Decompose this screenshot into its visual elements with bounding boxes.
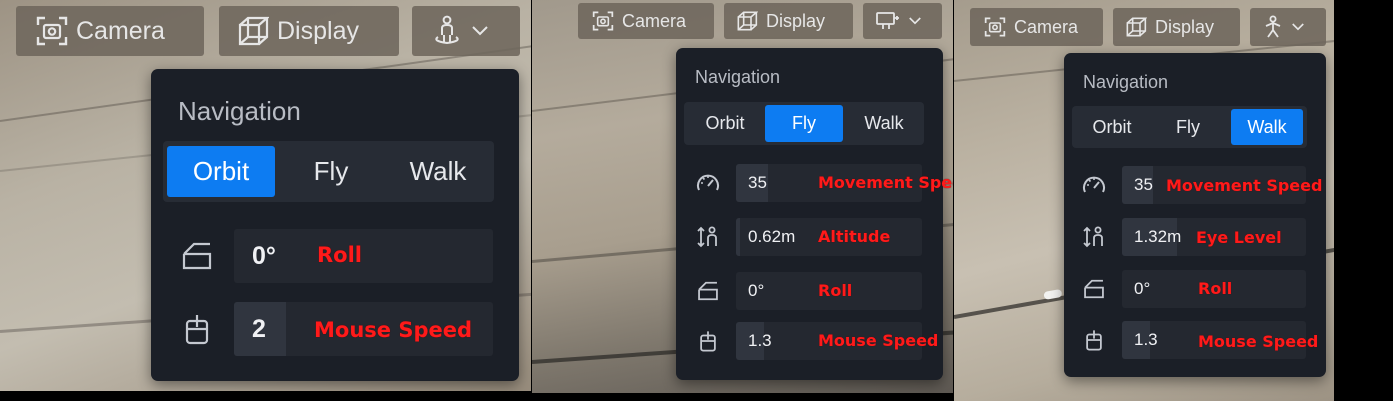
mouse-icon — [1080, 328, 1108, 352]
eye-level-row: 1.32m Eye Level — [1064, 218, 1326, 256]
altitude-annotation: Altitude — [818, 227, 891, 246]
mode-switch: Orbit Fly Walk — [163, 141, 494, 202]
view-walk: Camera Display Navigation Orbit Fly Walk — [954, 0, 1334, 401]
roll-row: 0° Roll — [151, 229, 519, 283]
cube-icon — [737, 11, 758, 31]
mouse-speed-row: 1.3 Mouse Speed — [676, 322, 943, 360]
roll-row: 0° Roll — [1064, 270, 1326, 308]
camera-icon — [984, 17, 1006, 37]
chevron-down-icon — [1292, 23, 1304, 31]
altitude-row: 0.62m Altitude — [676, 218, 943, 256]
display-button[interactable]: Display — [219, 6, 399, 56]
mode-fly[interactable]: Fly — [1152, 106, 1224, 148]
orbit-person-icon — [435, 15, 459, 45]
walk-person-icon — [1265, 15, 1281, 38]
cube-icon — [238, 16, 269, 46]
display-label: Display — [277, 16, 359, 45]
mouse-speed-value: 1.3 — [1134, 330, 1158, 349]
mouse-speed-row: 1.3 Mouse Speed — [1064, 321, 1326, 359]
mode-walk[interactable]: Walk — [1231, 109, 1303, 145]
mouse-icon — [181, 313, 213, 345]
mode-fly[interactable]: Fly — [279, 141, 383, 202]
roll-value: 0° — [1134, 279, 1151, 298]
mode-orbit[interactable]: Orbit — [684, 102, 766, 145]
roll-icon — [179, 240, 215, 272]
roll-row: 0° Roll — [676, 272, 943, 310]
navigation-panel: Navigation Orbit Fly Walk 35 Movement Sp… — [676, 48, 953, 380]
fly-icon — [876, 12, 899, 29]
mouse-speed-row: 2 Mouse Speed — [151, 302, 519, 356]
camera-button[interactable]: Camera — [16, 6, 204, 56]
mouse-speed-value: 2 — [252, 314, 266, 343]
view-orbit: Camera Display Navigation Orbit Fly Walk — [0, 0, 531, 391]
mouse-speed-value: 1.3 — [748, 331, 772, 350]
mouse-speed-annotation: Mouse Speed — [818, 331, 939, 350]
movement-speed-row: 35 Movement Speed — [676, 164, 953, 202]
movement-speed-annotation: Movement Speed — [1166, 176, 1323, 195]
speedometer-icon — [694, 171, 722, 195]
navigation-title: Navigation — [695, 67, 781, 87]
eye-level-icon — [1080, 225, 1108, 249]
movement-speed-annotation: Movement Speed — [818, 173, 953, 192]
display-button[interactable]: Display — [1113, 8, 1240, 46]
movement-speed-value: 35 — [1134, 175, 1153, 194]
mode-orbit[interactable]: Orbit — [1072, 106, 1152, 148]
roll-icon — [694, 279, 722, 303]
camera-icon — [592, 11, 614, 31]
camera-label: Camera — [1014, 16, 1079, 37]
camera-label: Camera — [622, 10, 687, 31]
nav-mode-dropdown[interactable] — [1250, 8, 1326, 46]
mode-orbit[interactable]: Orbit — [167, 146, 275, 197]
mouse-speed-annotation: Mouse Speed — [314, 318, 473, 342]
roll-field[interactable]: 0° — [234, 229, 493, 283]
eye-level-value: 1.32m — [1134, 227, 1182, 246]
navigation-panel: Navigation Orbit Fly Walk 0° Roll 2 Mous… — [151, 69, 519, 381]
display-button[interactable]: Display — [724, 3, 853, 39]
camera-button[interactable]: Camera — [578, 3, 714, 39]
mode-walk[interactable]: Walk — [845, 102, 923, 145]
movement-speed-row: 35 Movement Speed — [1064, 166, 1326, 204]
navigation-title: Navigation — [178, 96, 301, 126]
mode-walk[interactable]: Walk — [385, 141, 491, 202]
camera-label: Camera — [76, 16, 165, 45]
altitude-value: 0.62m — [748, 227, 796, 246]
chevron-down-icon — [909, 17, 921, 25]
roll-annotation: Roll — [317, 243, 362, 267]
camera-icon — [36, 16, 68, 46]
roll-icon — [1080, 277, 1108, 301]
altitude-icon — [694, 225, 722, 249]
mode-fly[interactable]: Fly — [765, 105, 843, 142]
display-label: Display — [1155, 16, 1215, 37]
navigation-title: Navigation — [1083, 72, 1169, 92]
roll-annotation: Roll — [818, 281, 853, 300]
camera-button[interactable]: Camera — [970, 8, 1103, 46]
nav-mode-dropdown[interactable] — [863, 3, 942, 39]
nav-mode-dropdown[interactable] — [412, 6, 520, 56]
mode-switch: Orbit Fly Walk — [684, 102, 924, 145]
navigation-panel: Navigation Orbit Fly Walk 35 Movement Sp… — [1064, 53, 1326, 377]
cube-icon — [1126, 17, 1147, 37]
altitude-level-fill — [736, 218, 740, 256]
roll-annotation: Roll — [1198, 279, 1233, 298]
view-fly: Camera Display Navigation Orbit Fly Walk — [532, 0, 953, 393]
roll-value: 0° — [748, 281, 765, 300]
chevron-down-icon — [472, 26, 488, 36]
mode-switch: Orbit Fly Walk — [1072, 106, 1307, 148]
display-label: Display — [766, 10, 826, 31]
speedometer-icon — [1080, 173, 1108, 197]
mouse-speed-annotation: Mouse Speed — [1198, 332, 1319, 351]
mouse-icon — [694, 329, 722, 353]
movement-speed-value: 35 — [748, 173, 767, 192]
roll-value: 0° — [252, 241, 276, 270]
eye-level-annotation: Eye Level — [1196, 228, 1282, 247]
